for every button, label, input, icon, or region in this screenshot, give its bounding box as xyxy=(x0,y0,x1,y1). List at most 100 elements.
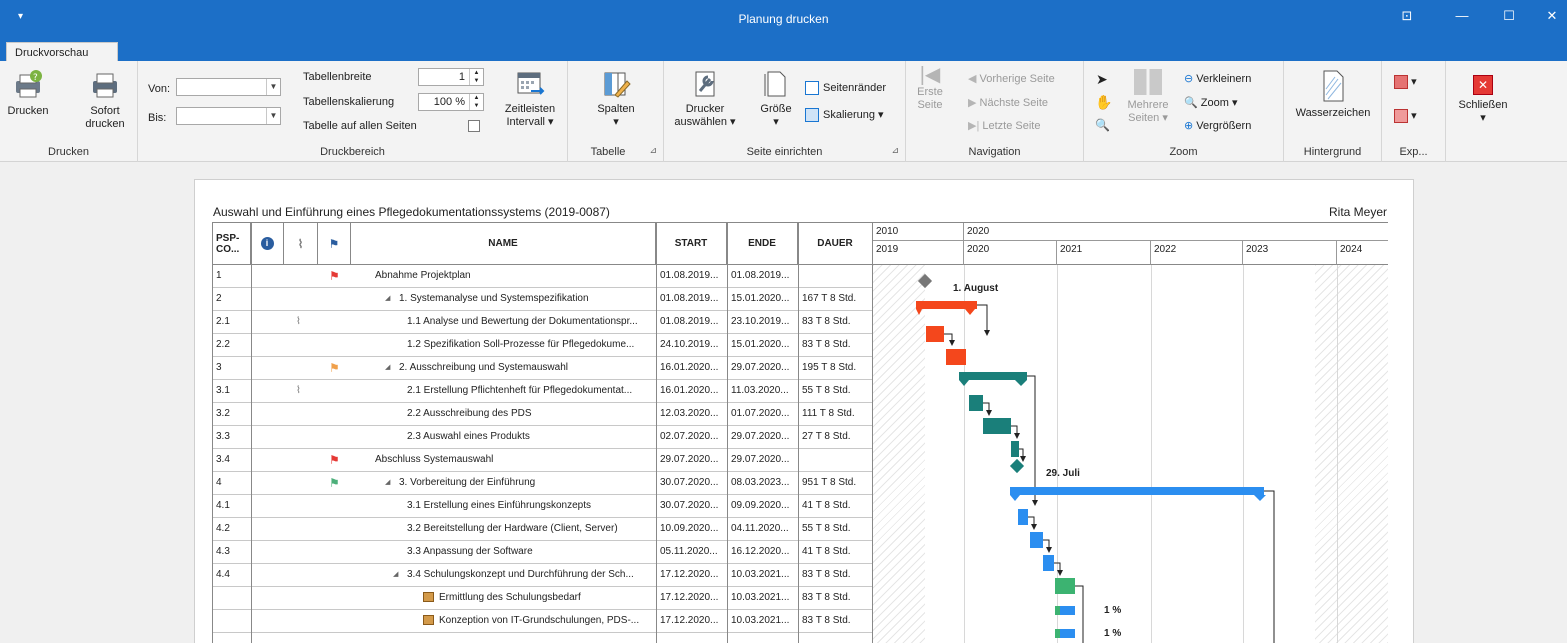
tabellenbreite-value: 1 xyxy=(458,71,465,83)
table-row[interactable]: 4.1 3.1 Erstellung eines Einführungskonze… xyxy=(213,495,873,518)
summary-bar-phase-2[interactable] xyxy=(959,372,1027,380)
naechste-seite-button[interactable]: ▶ Nächste Seite xyxy=(968,96,1048,109)
flag-icon[interactable]: ⚑ xyxy=(329,357,343,380)
summary-bar-phase-3[interactable] xyxy=(1010,487,1264,495)
table-row[interactable]: 3 ⚑ ◢ 2. Ausschreibung und Systemauswahl 16.… xyxy=(213,357,873,380)
zeitleisten-intervall-button[interactable]: Zeitleisten Intervall ▾ xyxy=(496,69,564,129)
table-row[interactable]: 3.4 ⚑ Abschluss Systemauswahl 29.07.2020...… xyxy=(213,449,873,472)
col-header-name[interactable]: NAME xyxy=(351,223,656,265)
vergroessern-button[interactable]: ⊕ Vergrößern xyxy=(1184,119,1251,132)
task-bar-3-2[interactable] xyxy=(1030,532,1043,548)
task-bar-3-1[interactable] xyxy=(1018,509,1028,525)
flag-icon[interactable]: ⚑ xyxy=(329,265,343,288)
pin-icon[interactable]: ⊡ xyxy=(1397,8,1417,28)
task-bar-2-3[interactable] xyxy=(1011,441,1019,457)
seitenraender-button[interactable]: Seitenränder xyxy=(805,81,886,95)
table-row[interactable]: 2.2 1.2 Spezifikation Soll-Prozesse für P… xyxy=(213,334,873,357)
collapse-toggle-icon[interactable]: ◢ xyxy=(385,288,395,311)
col-header-flag[interactable]: ⚑ xyxy=(318,223,351,265)
table-row[interactable]: 3.3 2.3 Auswahl eines Produkts 02.07.2020.… xyxy=(213,426,873,449)
table-row[interactable]: 2.1 ⌇ 1.1 Analyse und Bewertung der Dokume… xyxy=(213,311,873,334)
collapse-toggle-icon[interactable]: ◢ xyxy=(385,472,395,495)
von-combo[interactable]: ▼ xyxy=(176,78,281,96)
groesse-button[interactable]: Größe ▾ xyxy=(756,69,796,129)
spalten-button[interactable]: Spalten ▾ xyxy=(586,69,646,129)
magnifier-icon[interactable]: 🔍 xyxy=(1095,118,1110,132)
columns-edit-icon xyxy=(604,72,631,98)
drucker-auswaehlen-button[interactable]: Drucker auswählen ▾ xyxy=(666,69,744,129)
col-divider xyxy=(798,223,799,643)
task-bar-1-2[interactable] xyxy=(946,349,966,365)
hand-icon[interactable]: ✋ xyxy=(1095,94,1112,111)
minimize-button[interactable]: — xyxy=(1452,8,1472,28)
col-header-dauer[interactable]: DAUER xyxy=(798,223,873,265)
collapse-toggle-icon[interactable]: ◢ xyxy=(385,357,395,380)
export-button-1[interactable]: ▾ xyxy=(1394,75,1417,90)
task-bar-2-2[interactable] xyxy=(983,418,1011,434)
row-ende: 29.07.2020... xyxy=(731,431,790,442)
print-button[interactable]: ? Drucken xyxy=(6,69,50,118)
export-button-2[interactable]: ▾ xyxy=(1394,109,1417,124)
von-label: Von: xyxy=(148,83,171,95)
dependency-link xyxy=(1019,448,1026,462)
paperclip-icon[interactable]: ⌇ xyxy=(296,380,308,403)
chevron-down-icon[interactable]: ▼ xyxy=(266,79,280,95)
quick-print-button[interactable]: Sofort drucken xyxy=(80,69,130,131)
table-row[interactable]: 1 ⚑ Abnahme Projektplan 01.08.2019... 01.08.… xyxy=(213,265,873,288)
wasserzeichen-button[interactable]: Wasserzeichen xyxy=(1288,69,1378,120)
tabellenbreite-label: Tabellenbreite xyxy=(303,71,372,83)
tabellenbreite-spinner[interactable]: 1 ▲ ▼ xyxy=(418,68,484,86)
table-row[interactable]: 2 ◢ 1. Systemanalyse und Systemspezifikati… xyxy=(213,288,873,311)
col-header-ende[interactable]: ENDE xyxy=(727,223,798,265)
table-row[interactable]: 3.1 ⌇ 2.1 Erstellung Pflichtenheft für Pfl… xyxy=(213,380,873,403)
milestone-systemauswahl[interactable] xyxy=(1009,458,1025,474)
letzte-seite-button[interactable]: ▶| Letzte Seite xyxy=(968,119,1040,132)
col-header-psp[interactable]: PSP- CO... xyxy=(213,223,251,265)
table-row[interactable]: 4.4 ◢ 3.4 Schulungskonzept und Durchführun… xyxy=(213,564,873,587)
dialog-launcher-icon[interactable]: ⊿ xyxy=(891,145,899,156)
close-button[interactable]: ✕ xyxy=(1542,8,1562,28)
table-row[interactable]: Ermittlung des Schulungsbedarf 17.12.2020… xyxy=(213,587,873,610)
group-navigation: |◀ Erste Seite ◀ Vorherige Seite ▶ Nächs… xyxy=(906,61,1084,162)
milestone-abnahme[interactable] xyxy=(917,273,933,289)
spinner-arrows-icon[interactable]: ▲ ▼ xyxy=(469,94,483,110)
vorherige-seite-button[interactable]: ◀ Vorherige Seite xyxy=(968,72,1055,85)
col-header-attachment[interactable]: ⌇ xyxy=(284,223,318,265)
skalierung-button[interactable]: Skalierung ▾ xyxy=(805,108,884,123)
task-bar-1-1[interactable] xyxy=(926,326,944,342)
col-header-info[interactable]: i xyxy=(251,223,284,265)
row-dauer: 27 T 8 Std. xyxy=(802,431,851,442)
paperclip-icon[interactable]: ⌇ xyxy=(296,311,308,334)
table-row[interactable]: 4 ⚑ ◢ 3. Vorbereitung der Einführung 30.07.2… xyxy=(213,472,873,495)
erste-seite-button[interactable]: |◀ Erste Seite xyxy=(910,65,950,112)
table-row[interactable]: 4.3 3.3 Anpassung der Software 05.11.2020.… xyxy=(213,541,873,564)
collapse-toggle-icon[interactable]: ◢ xyxy=(393,564,403,587)
tabelle-alle-checkbox[interactable] xyxy=(468,120,480,132)
schliessen-button[interactable]: ✕ Schließen ▾ xyxy=(1452,69,1514,125)
dialog-launcher-icon[interactable]: ⊿ xyxy=(649,145,657,156)
pointer-icon[interactable]: ➤ xyxy=(1096,71,1108,88)
print-preview-area[interactable]: Auswahl und Einführung eines Pflegedokum… xyxy=(0,162,1567,643)
flag-icon[interactable]: ⚑ xyxy=(329,449,343,472)
maximize-button[interactable]: ☐ xyxy=(1499,8,1519,28)
mehrere-seiten-button[interactable]: Mehrere Seiten ▾ xyxy=(1118,69,1178,125)
col-header-start[interactable]: START xyxy=(656,223,727,265)
verkleinern-button[interactable]: ⊖ Verkleinern xyxy=(1184,72,1251,85)
task-bar-2-1[interactable] xyxy=(969,395,983,411)
dependency-link xyxy=(944,333,955,346)
tab-druckvorschau[interactable]: Druckvorschau xyxy=(6,42,118,62)
task-bar-3-4[interactable] xyxy=(1055,578,1075,594)
flag-icon[interactable]: ⚑ xyxy=(329,472,343,495)
zoom-button[interactable]: 🔍 Zoom ▾ xyxy=(1184,96,1237,109)
row-dauer: 83 T 8 Std. xyxy=(802,592,851,603)
table-row[interactable]: 3.2 2.2 Ausschreibung des PDS 12.03.2020..… xyxy=(213,403,873,426)
spinner-arrows-icon[interactable]: ▲ ▼ xyxy=(469,69,483,85)
tabellenskalierung-spinner[interactable]: 100 % ▲ ▼ xyxy=(418,93,484,111)
summary-bar-phase-1[interactable] xyxy=(916,301,977,309)
bis-combo[interactable]: ▼ xyxy=(176,107,281,125)
task-bar-3-3[interactable] xyxy=(1043,555,1054,571)
table-row[interactable]: 4.2 3.2 Bereitstellung der Hardware (Clie… xyxy=(213,518,873,541)
table-row[interactable]: Konzeption von IT-Grundschulungen, PDS-.… xyxy=(213,610,873,633)
chevron-down-icon[interactable]: ▼ xyxy=(266,108,280,124)
dependency-link xyxy=(1043,539,1052,553)
